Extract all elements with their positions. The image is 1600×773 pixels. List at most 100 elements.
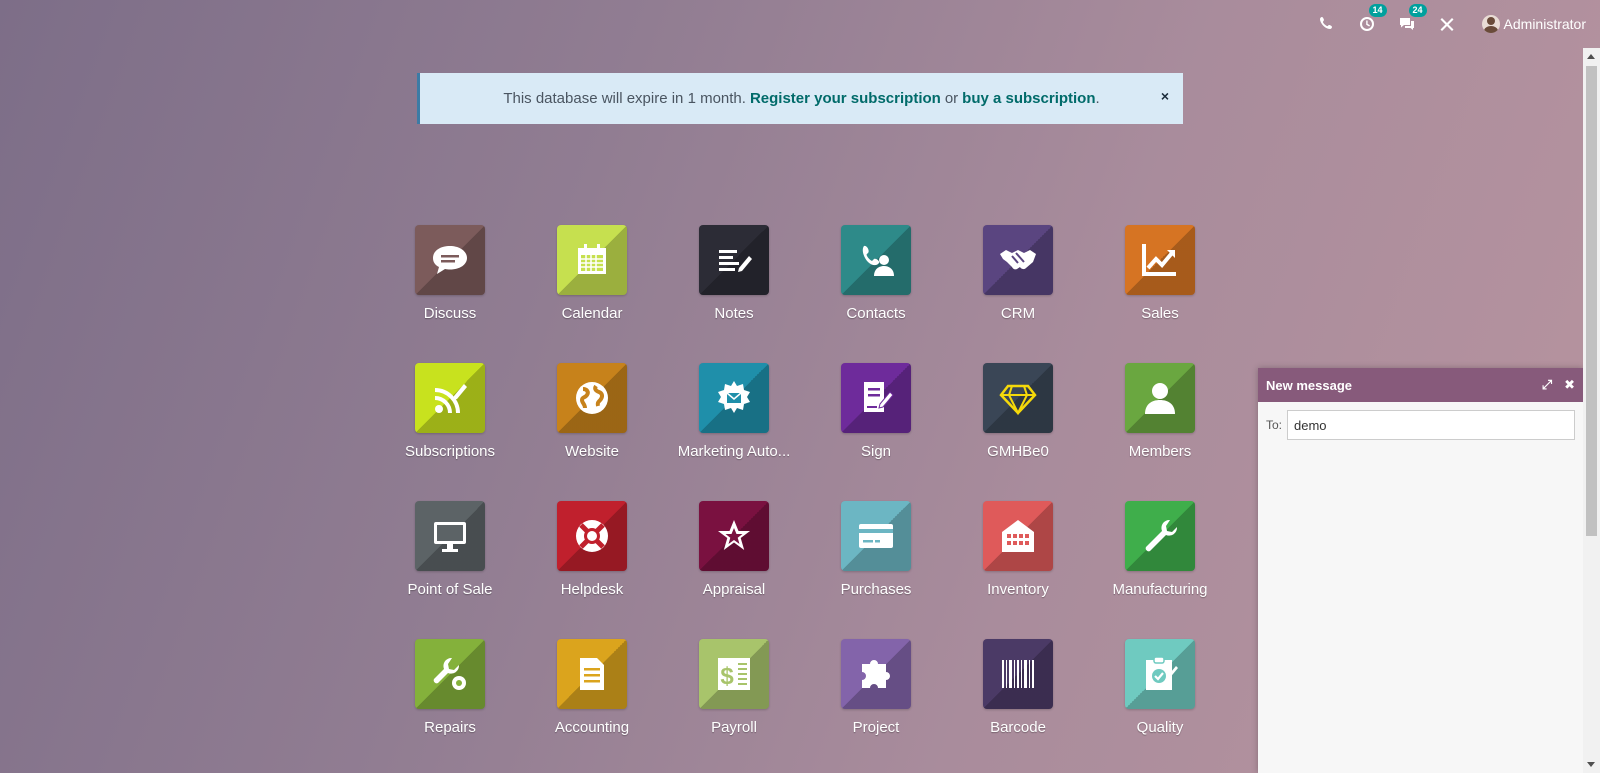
close-tools-icon[interactable] [1436,13,1458,35]
systray: 14 24 Administrator [1316,0,1586,48]
app-label: Manufacturing [1112,581,1208,598]
app-label: Discuss [423,305,477,322]
app-subscriptions[interactable]: Subscriptions [390,363,510,460]
app-label: Purchases [840,581,912,598]
page-scrollbar[interactable] [1583,48,1600,773]
app-sign[interactable]: Sign [816,363,936,460]
banner-close-button[interactable]: × [1161,88,1169,104]
scroll-down-arrow[interactable] [1587,762,1595,767]
app-label: Sales [1141,305,1179,322]
app-discuss[interactable]: Discuss [390,225,510,322]
messages-icon[interactable]: 24 [1396,4,1427,35]
app-helpdesk[interactable]: Helpdesk [532,501,652,598]
monitor-icon [415,501,485,571]
banner-text: This database will expire in 1 month. [503,90,746,107]
contacts-icon [841,225,911,295]
quality-check-icon [1125,639,1195,709]
expiration-banner: This database will expire in 1 month. Re… [417,73,1183,124]
recipient-input[interactable] [1287,410,1575,440]
warehouse-icon [983,501,1053,571]
banner-or-text: or [944,90,959,107]
app-label: Repairs [424,719,476,736]
banner-period: . [1095,90,1100,107]
phone-icon[interactable] [1316,13,1338,35]
app-label: CRM [1000,305,1036,322]
diamond-icon [983,363,1053,433]
app-members[interactable]: Members [1100,363,1220,460]
chat-bubble-icon [415,225,485,295]
app-label: Payroll [711,719,757,736]
to-label: To: [1266,418,1283,432]
scroll-up-arrow[interactable] [1587,54,1595,59]
puzzle-icon [841,639,911,709]
chat-title: New message [1266,377,1352,393]
user-name: Administrator [1503,16,1586,32]
app-label: Helpdesk [560,581,624,598]
credit-card-icon [841,501,911,571]
app-repairs[interactable]: Repairs [390,639,510,736]
app-calendar[interactable]: Calendar [532,225,652,322]
app-accounting[interactable]: Accounting [532,639,652,736]
activity-clock-icon[interactable]: 14 [1356,4,1387,35]
barcode-icon [983,639,1053,709]
app-manufacturing[interactable]: Manufacturing [1100,501,1220,598]
register-subscription-link[interactable]: Register your subscription [750,90,941,107]
globe-icon [557,363,627,433]
app-label: Calendar [561,305,623,322]
chat-recipient-row: To: [1258,402,1583,448]
app-point-of-sale[interactable]: Point of Sale [390,501,510,598]
app-payroll[interactable]: $ Payroll [674,639,794,736]
app-notes[interactable]: Notes [674,225,794,322]
app-label: Sign [860,443,892,460]
member-icon [1125,363,1195,433]
rss-pencil-icon [415,363,485,433]
activity-badge: 14 [1368,4,1387,17]
app-appraisal[interactable]: Appraisal [674,501,794,598]
app-inventory[interactable]: Inventory [958,501,1078,598]
app-label: Members [1128,443,1192,460]
calendar-icon [557,225,627,295]
sign-document-icon [841,363,911,433]
app-barcode[interactable]: Barcode [958,639,1078,736]
expand-icon[interactable]: ⤢ [1542,377,1552,393]
app-label: Marketing Auto... [677,443,791,460]
messages-badge: 24 [1408,4,1427,17]
app-label: Inventory [987,581,1049,598]
handshake-icon [983,225,1053,295]
new-message-window: New message ⤢ ✖ To: [1258,368,1583,773]
app-label: Subscriptions [404,443,496,460]
app-quality[interactable]: Quality [1100,639,1220,736]
app-project[interactable]: Project [816,639,936,736]
avatar [1481,15,1500,33]
app-contacts[interactable]: Contacts [816,225,936,322]
app-label: Website [565,443,619,460]
svg-text:$: $ [720,663,734,690]
app-marketing-auto[interactable]: Marketing Auto... [674,363,794,460]
app-sales[interactable]: Sales [1100,225,1220,322]
payroll-icon: $ [699,639,769,709]
document-icon [557,639,627,709]
app-gmhbe0[interactable]: GMHBe0 [958,363,1078,460]
app-label: Notes [714,305,754,322]
close-icon[interactable]: ✖ [1564,377,1575,393]
app-label: Barcode [990,719,1046,736]
app-label: Appraisal [702,581,766,598]
lifebuoy-icon [557,501,627,571]
gear-envelope-icon [699,363,769,433]
wrench-icon [1125,501,1195,571]
user-menu[interactable]: Administrator [1481,15,1586,33]
app-crm[interactable]: CRM [958,225,1078,322]
app-label: Project [852,719,900,736]
app-purchases[interactable]: Purchases [816,501,936,598]
app-label: Point of Sale [407,581,493,598]
app-label: Quality [1136,719,1184,736]
star-icon [699,501,769,571]
app-label: GMHBe0 [987,443,1049,460]
buy-subscription-link[interactable]: buy a subscription [962,90,1095,107]
app-website[interactable]: Website [532,363,652,460]
wrench-gear-icon [415,639,485,709]
app-label: Accounting [554,719,630,736]
scrollbar-thumb[interactable] [1586,66,1597,536]
chat-header[interactable]: New message ⤢ ✖ [1258,368,1583,402]
notes-icon [699,225,769,295]
